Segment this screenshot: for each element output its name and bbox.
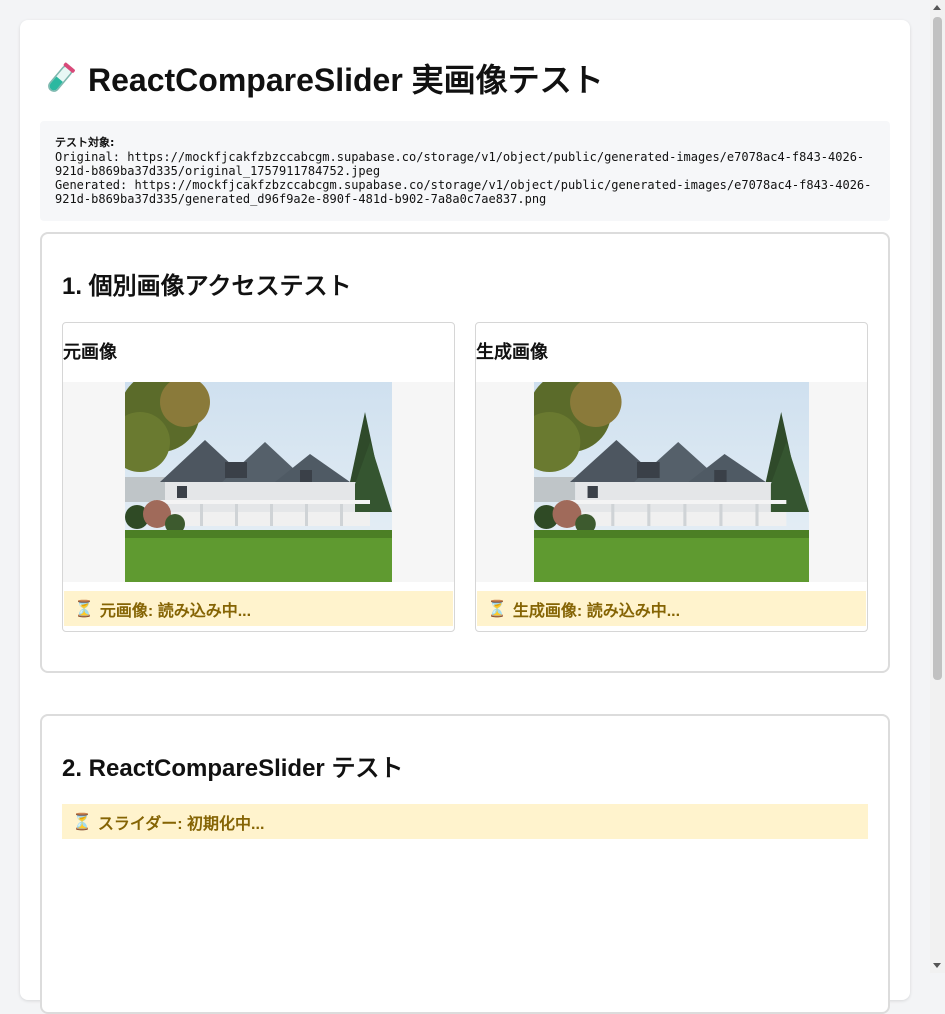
generated-image-frame xyxy=(476,382,867,582)
hourglass-icon: ⏳ xyxy=(72,813,92,831)
generated-image-title: 生成画像 xyxy=(476,342,548,362)
generated-image-status-text: 生成画像: 読み込み中... xyxy=(512,602,681,620)
generated-url-line-2: 921d-b869ba37d335/generated_d96f9a2e-890… xyxy=(55,192,547,206)
compare-slider-test-section: 2. ReactCompareSlider テスト ⏳ スライダー: 初期化中.… xyxy=(40,714,890,1014)
page-title-text: ReactCompareSlider 実画像テスト xyxy=(88,62,604,98)
generated-url-line-1: Generated: https://mockfjcakfzbzccabcgm.… xyxy=(55,178,872,192)
vertical-scrollbar[interactable] xyxy=(930,0,945,973)
scroll-down-arrow-icon[interactable] xyxy=(933,963,941,968)
original-image-status-text: 元画像: 読み込み中... xyxy=(99,602,252,620)
slider-status-text: スライダー: 初期化中... xyxy=(97,815,265,833)
section-title: 2. ReactCompareSlider テスト xyxy=(62,755,404,782)
test-target-label: テスト対象: xyxy=(55,136,115,149)
original-image-card: 元画像 ⏳ 元画像: 読み込み中... xyxy=(62,322,455,632)
original-url-line-2: 921d-b869ba37d335/original_1757911784752… xyxy=(55,164,381,178)
page-title: ReactCompareSlider 実画像テスト xyxy=(40,60,604,100)
hourglass-icon: ⏳ xyxy=(487,600,507,618)
generated-image-status: ⏳ 生成画像: 読み込み中... xyxy=(477,591,866,626)
generated-image-card: 生成画像 ⏳ 生成画像: 読み込み中... xyxy=(475,322,868,632)
scrollbar-thumb[interactable] xyxy=(933,17,942,680)
original-url-line-1: Original: https://mockfjcakfzbzccabcgm.s… xyxy=(55,150,865,164)
section-title: 1. 個別画像アクセステスト xyxy=(62,273,352,300)
slider-status: ⏳ スライダー: 初期化中... xyxy=(62,804,868,839)
page-card: ReactCompareSlider 実画像テスト テスト対象: Origina… xyxy=(20,20,910,1014)
original-image-status: ⏳ 元画像: 読み込み中... xyxy=(64,591,453,626)
test-target-info: テスト対象: Original: https://mockfjcakfzbzcc… xyxy=(40,121,890,221)
test-tube-icon xyxy=(48,62,75,92)
original-house-image xyxy=(125,382,392,582)
original-image-frame xyxy=(63,382,454,582)
generated-house-image xyxy=(534,382,809,582)
hourglass-icon: ⏳ xyxy=(74,600,94,618)
original-image-title: 元画像 xyxy=(63,342,117,362)
individual-image-test-section: 1. 個別画像アクセステスト 元画像 ⏳ 元画像: 読み込み中... 生成画像 … xyxy=(40,232,890,673)
scroll-up-arrow-icon[interactable] xyxy=(933,5,941,10)
